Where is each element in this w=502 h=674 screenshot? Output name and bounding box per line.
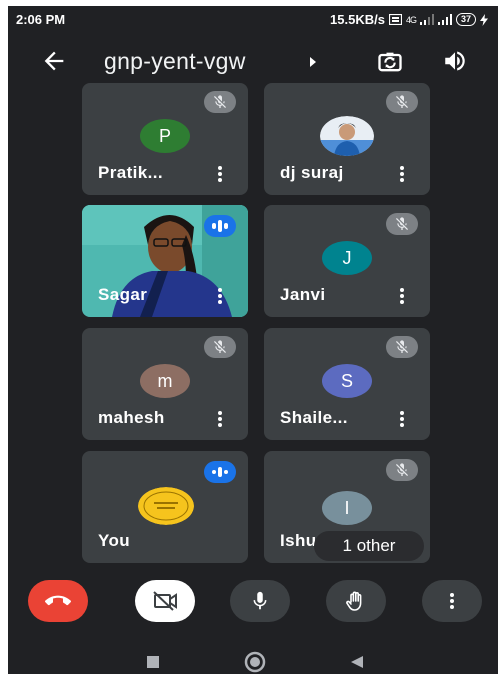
charging-icon [480, 13, 488, 26]
avatar: J [322, 241, 372, 275]
participant-tile-mahesh[interactable]: m mahesh [82, 328, 248, 440]
avatar-initial: J [342, 247, 352, 268]
system-nav-bar [8, 636, 498, 674]
more-vert-icon[interactable] [398, 410, 406, 428]
speaker-icon[interactable] [442, 48, 468, 74]
back-icon[interactable] [350, 655, 364, 669]
end-call-button[interactable] [28, 580, 88, 622]
avatar: S [322, 364, 372, 398]
participant-name: dj suraj [280, 163, 344, 182]
avatar: I [322, 491, 372, 525]
participant-name: Ishu [280, 531, 317, 550]
mic-off-icon [396, 340, 408, 353]
avatar-initial: P [158, 125, 171, 146]
avatar: P [140, 119, 190, 153]
participant-tile-janvi[interactable]: J Janvi [264, 205, 430, 317]
meeting-app-bar: gnp-yent-vgw [8, 38, 498, 88]
participant-tile-you[interactable]: You [82, 451, 248, 563]
others-chip[interactable]: 1 other [314, 531, 424, 561]
call-controls [8, 580, 498, 632]
more-vert-icon[interactable] [216, 165, 224, 183]
muted-badge [386, 213, 418, 235]
more-vert-icon[interactable] [398, 287, 406, 305]
camera-off-button[interactable] [135, 580, 195, 622]
speaking-badge [204, 461, 236, 483]
status-indicators: 15.5KB/s 4G 37 [330, 12, 488, 27]
network-type: 4G [405, 14, 417, 25]
avatar-initial: I [344, 497, 350, 518]
participant-name: You [98, 531, 131, 550]
microphone-button[interactable] [230, 580, 290, 622]
more-vert-icon[interactable] [398, 165, 406, 183]
participant-tile-sagar[interactable]: Sagar [82, 205, 248, 317]
muted-badge [204, 336, 236, 358]
status-bar: 2:06 PM 15.5KB/s 4G 37 [8, 6, 498, 32]
back-arrow-icon[interactable] [40, 47, 68, 75]
participant-name: Shaile... [280, 408, 348, 427]
more-options-icon [450, 593, 454, 609]
camera-off-icon [153, 591, 177, 611]
mic-off-icon [214, 95, 226, 108]
raise-hand-icon [346, 591, 362, 611]
mic-off-icon [396, 217, 408, 230]
logo-avatar [138, 487, 194, 525]
muted-badge [204, 91, 236, 113]
caret-right-icon[interactable] [308, 56, 318, 68]
participant-tile-shaile[interactable]: S Shaile... [264, 328, 430, 440]
participant-name: mahesh [98, 408, 165, 427]
phone-screen: 2:06 PM 15.5KB/s 4G 37 gnp-yent-vgw P Pr… [8, 6, 498, 674]
home-icon[interactable] [244, 651, 266, 673]
more-vert-icon[interactable] [216, 287, 224, 305]
mic-off-icon [214, 340, 226, 353]
avatar: m [140, 364, 190, 398]
status-time: 2:06 PM [16, 12, 66, 27]
mic-off-icon [396, 463, 408, 476]
battery-icon: 37 [455, 13, 476, 26]
meeting-code-title[interactable]: gnp-yent-vgw [104, 48, 246, 75]
profile-photo-avatar [320, 116, 374, 156]
others-label: 1 other [342, 536, 396, 555]
participant-tile-dj-suraj[interactable]: dj suraj [264, 83, 430, 195]
muted-badge [386, 459, 418, 481]
microphone-icon [253, 591, 267, 610]
muted-badge [386, 336, 418, 358]
switch-camera-icon[interactable] [376, 48, 404, 76]
more-options-button[interactable] [422, 580, 482, 622]
muted-badge [386, 91, 418, 113]
end-call-icon [45, 595, 71, 606]
signal-icon-2 [437, 14, 452, 25]
participant-name: Sagar [98, 285, 148, 304]
volte-icon [388, 14, 402, 25]
avatar-initial: m [157, 370, 173, 391]
more-vert-icon[interactable] [216, 410, 224, 428]
participant-name: Pratik... [98, 163, 164, 182]
participant-name: Janvi [280, 285, 326, 304]
mic-off-icon [396, 95, 408, 108]
network-speed: 15.5KB/s [330, 12, 385, 27]
signal-icon-1 [419, 14, 434, 25]
audio-level-icon [212, 467, 228, 477]
raise-hand-button[interactable] [326, 580, 386, 622]
speaking-badge [204, 215, 236, 237]
recents-icon[interactable] [146, 655, 160, 669]
avatar-initial: S [340, 370, 353, 391]
audio-level-icon [212, 220, 228, 232]
battery-level: 37 [460, 14, 471, 24]
participant-tile-pratik[interactable]: P Pratik... [82, 83, 248, 195]
